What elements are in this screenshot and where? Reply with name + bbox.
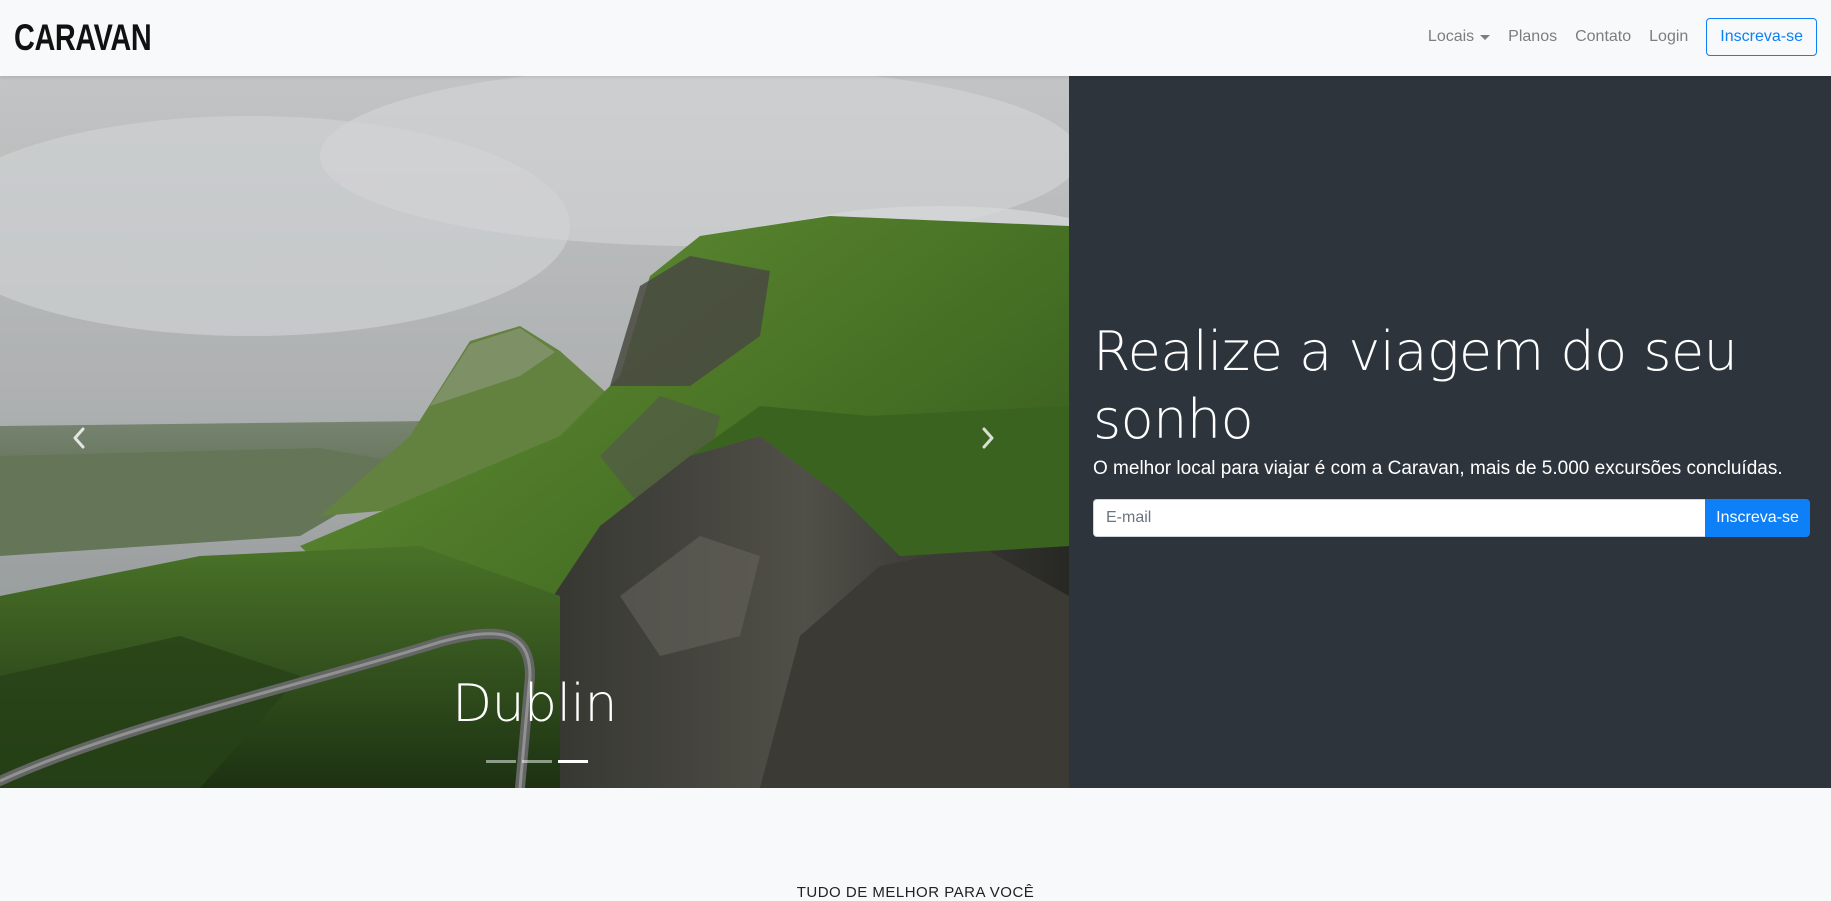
hero-title: Realize a viagem do seu sonho <box>1093 320 1738 451</box>
carousel-indicator[interactable] <box>486 760 516 763</box>
hero-carousel: Dublin <box>0 76 1069 788</box>
nav-item-planos[interactable]: Planos <box>1508 28 1557 46</box>
navbar: CARAVAN Locais Planos Contato Login Insc… <box>0 0 1831 76</box>
nav-item-locais[interactable]: Locais <box>1427 28 1491 46</box>
nav-item-contato[interactable]: Contato <box>1575 28 1631 46</box>
nav-item-label: Login <box>1649 28 1689 45</box>
nav-item-label: Contato <box>1575 28 1632 45</box>
nav-item-label: Locais <box>1427 28 1475 45</box>
brand-logo[interactable]: CARAVAN <box>14 14 152 62</box>
chevron-right-icon <box>982 427 994 449</box>
nav-item-label: Planos <box>1508 28 1558 45</box>
carousel-indicators <box>483 760 591 763</box>
carousel-prev-button[interactable] <box>59 418 99 458</box>
nav-links: Locais Planos Contato Login Inscreva-se <box>1410 18 1817 56</box>
carousel-indicator[interactable] <box>522 760 552 763</box>
section-title: TUDO DE MELHOR PARA VOCÊ <box>796 884 1035 901</box>
carousel-caption: Dublin <box>452 674 617 734</box>
caret-down-icon <box>1480 35 1491 40</box>
signup-nav-button[interactable]: Inscreva-se <box>1706 18 1817 56</box>
hero-subtitle: O melhor local para viajar é com a Carav… <box>1093 458 1783 479</box>
email-field[interactable] <box>1093 499 1705 537</box>
chevron-left-icon <box>73 427 85 449</box>
carousel-next-button[interactable] <box>968 418 1008 458</box>
nav-item-login[interactable]: Login <box>1649 28 1688 46</box>
signup-submit-button[interactable]: Inscreva-se <box>1705 499 1810 537</box>
carousel-indicator-active[interactable] <box>558 760 588 763</box>
